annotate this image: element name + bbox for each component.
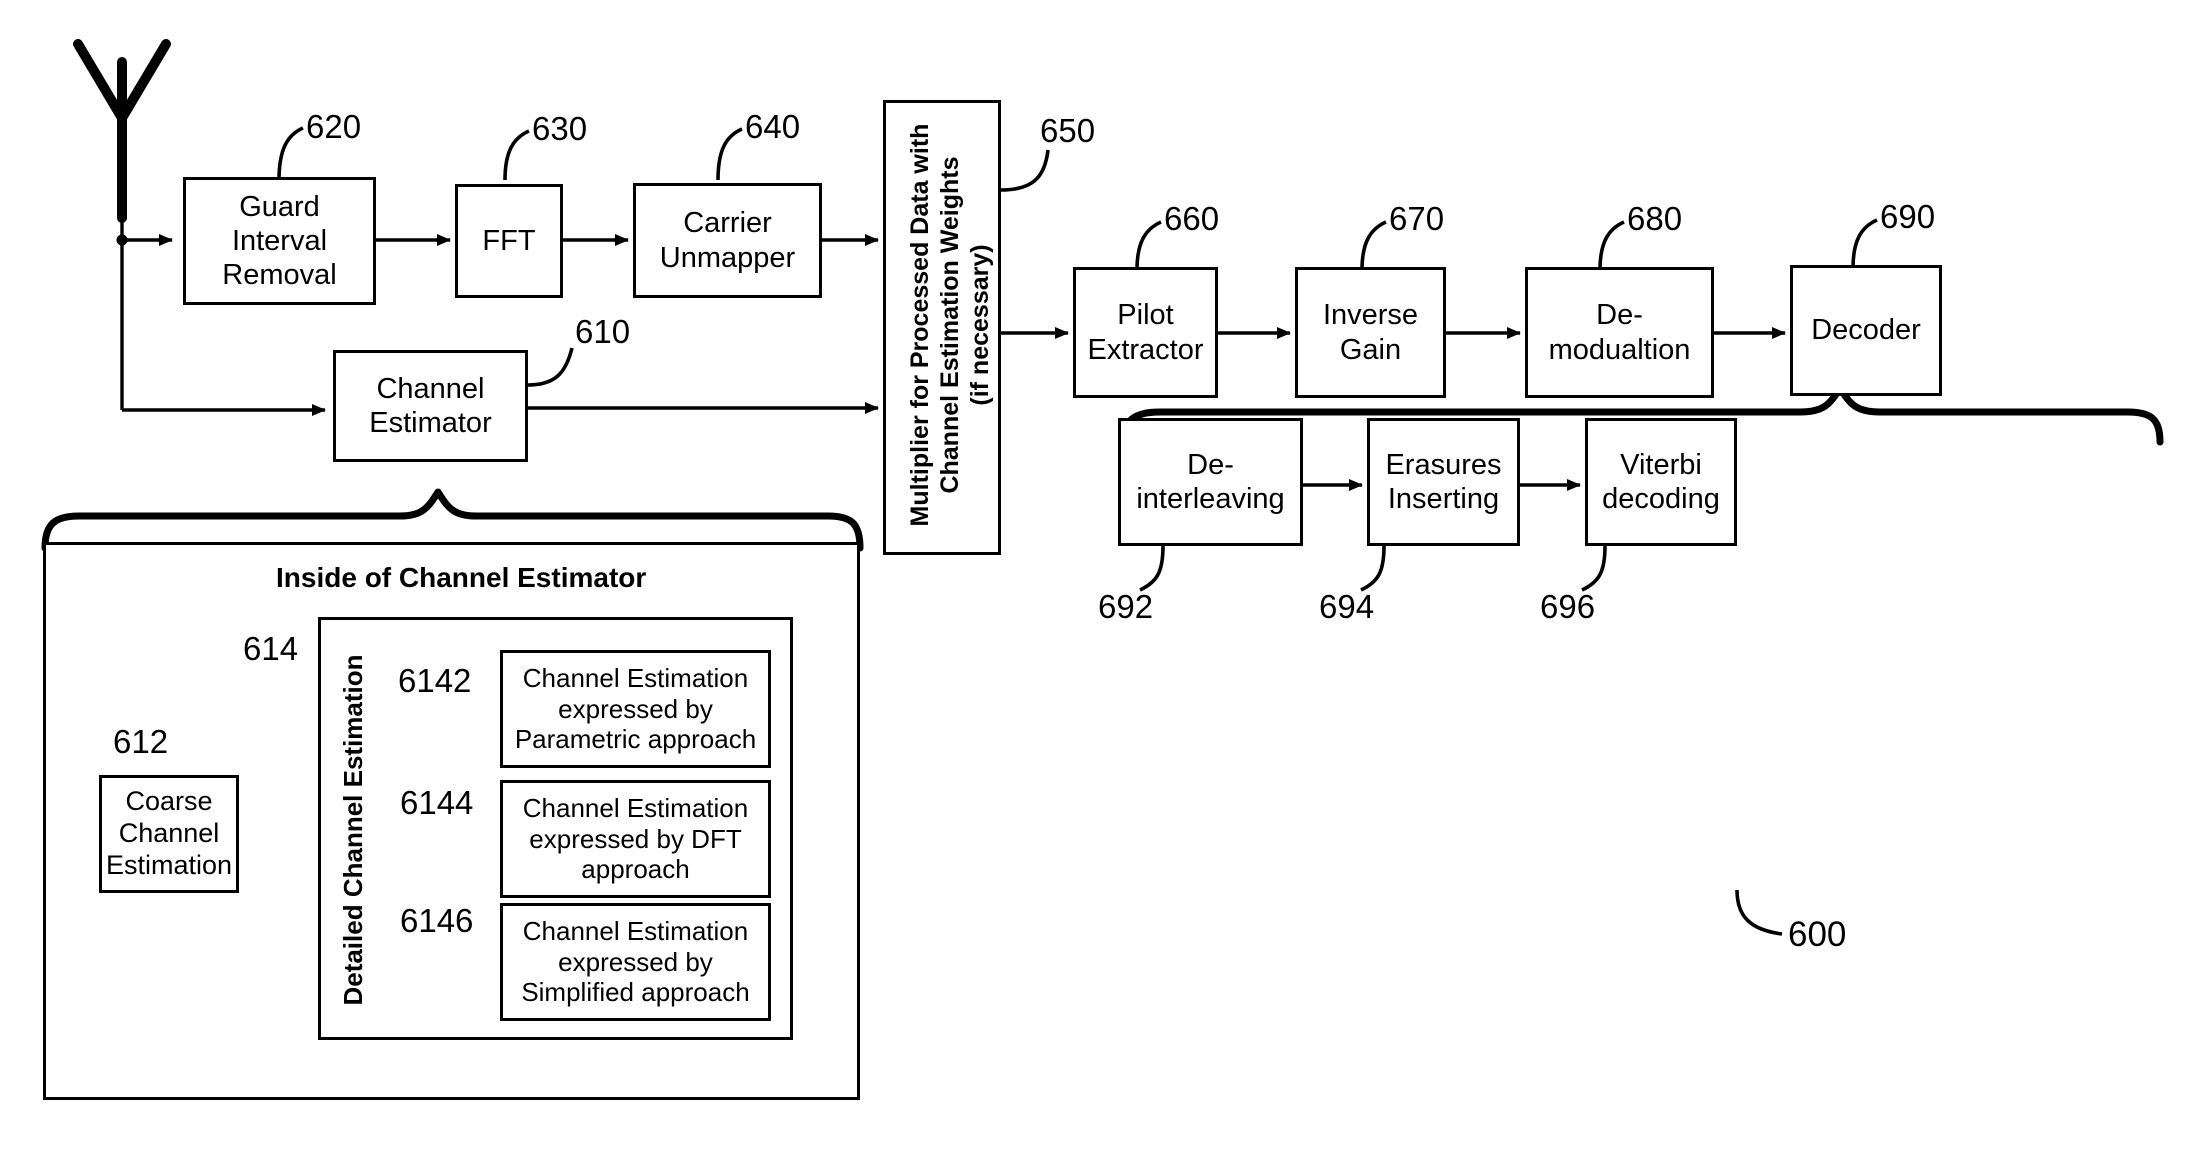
block-label: Channel Estimator [369,372,492,439]
block-label: De- modualtion [1548,299,1691,366]
ref-670: 670 [1389,200,1445,237]
block-decoder[interactable]: Decoder [1790,265,1942,396]
ref-690: 690 [1880,198,1936,235]
block-label: Erasures Inserting [1385,448,1502,515]
block-label: FFT [482,224,536,257]
ref-694: 694 [1319,588,1375,625]
ref-620: 620 [306,108,362,145]
block-channel-estimator[interactable]: Channel Estimator [333,350,528,462]
ref-630: 630 [532,110,588,147]
block-label: Guard Interval Removal [222,190,337,292]
ref-692: 692 [1098,588,1154,625]
ref-696: 696 [1540,588,1596,625]
block-demodulation[interactable]: De- modualtion [1525,267,1714,398]
block-channel-estimation-dft[interactable]: Channel Estimation expressed by DFT appr… [500,780,771,898]
ref-610: 610 [575,313,631,350]
block-inverse-gain[interactable]: Inverse Gain [1295,267,1446,398]
block-label: Pilot Extractor [1087,299,1204,366]
block-label: Inverse Gain [1322,299,1419,366]
ref-680: 680 [1627,200,1683,237]
block-label: De- interleaving [1136,448,1285,515]
ref-660: 660 [1164,200,1220,237]
panel-title: Inside of Channel Estimator [276,562,647,593]
block-label: Channel Estimation expressed by Parametr… [514,662,757,755]
block-erasures-inserting[interactable]: Erasures Inserting [1367,418,1520,546]
block-guard-interval-removal[interactable]: Guard Interval Removal [183,177,376,305]
ref-6146: 6146 [400,902,474,939]
block-channel-estimation-simplified[interactable]: Channel Estimation expressed by Simplifi… [500,903,771,1021]
block-pilot-extractor[interactable]: Pilot Extractor [1073,267,1218,398]
block-label: Channel Estimation expressed by DFT appr… [522,792,749,885]
block-label: Coarse Channel Estimation [105,786,233,880]
ref-650: 650 [1040,112,1096,149]
block-multiplier-label: Multiplier for Processed Data with Chann… [906,123,994,527]
block-fft[interactable]: FFT [455,184,563,298]
group-detailed-channel-estimation-label: Detailed Channel Estimation [338,654,368,1006]
figure-canvas: Guard Interval Removal FFT Carrier Unmap… [0,0,2187,1173]
block-de-interleaving[interactable]: De- interleaving [1118,418,1303,546]
block-viterbi-decoding[interactable]: Viterbi decoding [1585,418,1737,546]
block-coarse-channel-estimation[interactable]: Coarse Channel Estimation [99,775,239,893]
block-label: Viterbi decoding [1602,448,1720,515]
ref-612: 612 [113,723,169,760]
ref-6142: 6142 [398,662,472,699]
block-label: Decoder [1811,314,1921,347]
block-label: Carrier Unmapper [659,207,796,274]
ref-6144: 6144 [400,784,474,821]
block-label: Channel Estimation expressed by Simplifi… [521,915,750,1008]
ref-640: 640 [745,108,801,145]
block-carrier-unmapper[interactable]: Carrier Unmapper [633,183,822,298]
ref-614: 614 [243,630,299,667]
ref-600: 600 [1788,915,1847,954]
block-channel-estimation-parametric[interactable]: Channel Estimation expressed by Parametr… [500,650,771,768]
